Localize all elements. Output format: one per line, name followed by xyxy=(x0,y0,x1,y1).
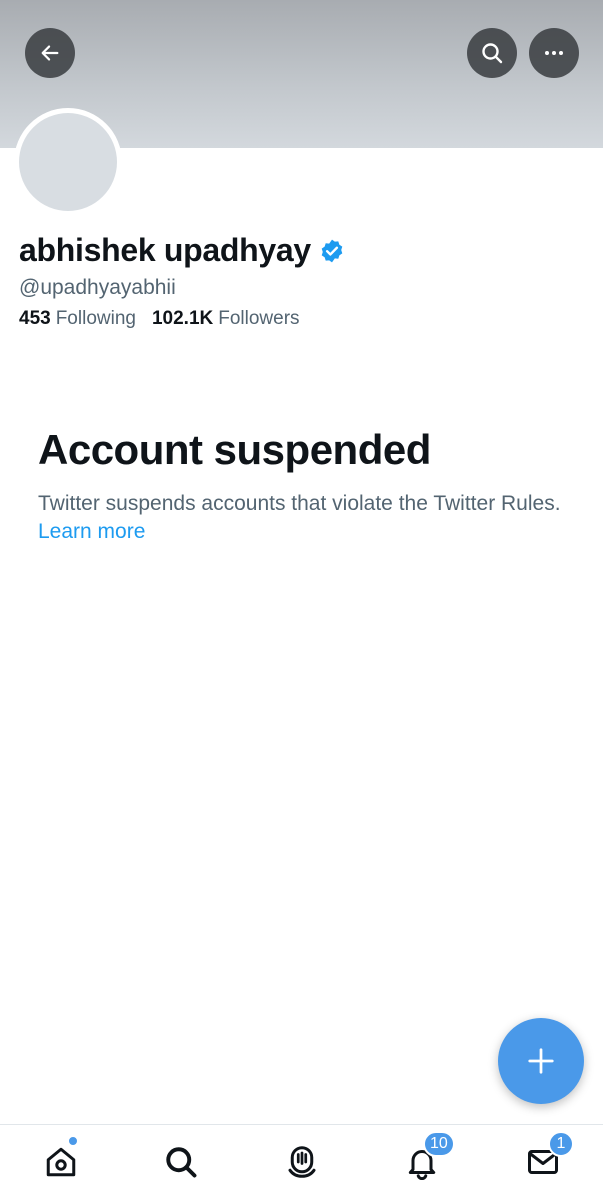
microphone-icon xyxy=(288,1146,316,1178)
display-name: abhishek upadhyay xyxy=(19,232,311,268)
following-count: 453 xyxy=(19,308,51,329)
back-button[interactable] xyxy=(25,28,75,78)
learn-more-link[interactable]: Learn more xyxy=(38,520,145,543)
notifications-badge: 10 xyxy=(423,1131,455,1157)
profile-page: abhishek upadhyay @upadhyayabhii 453 Fol… xyxy=(0,0,603,1200)
avatar[interactable] xyxy=(14,108,122,216)
suspended-message-text: Twitter suspends accounts that violate t… xyxy=(38,492,561,515)
plus-icon xyxy=(528,1048,554,1074)
profile-handle: @upadhyayabhii xyxy=(19,276,176,299)
home-unread-dot xyxy=(68,1136,78,1146)
followers-label: Followers xyxy=(218,308,300,329)
compose-tweet-button[interactable] xyxy=(498,1018,584,1104)
nav-explore[interactable] xyxy=(156,1137,206,1187)
following-stat[interactable]: 453 Following xyxy=(19,308,136,330)
profile-stats: 453 Following 102.1K Followers xyxy=(19,308,300,330)
following-label: Following xyxy=(55,308,136,329)
bottom-nav-bar: 10 1 xyxy=(0,1124,603,1200)
profile-name-row: abhishek upadhyay xyxy=(19,232,345,269)
search-icon xyxy=(482,43,503,64)
followers-count: 102.1K xyxy=(151,308,214,329)
more-options-button[interactable] xyxy=(529,28,579,78)
verified-badge-icon[interactable] xyxy=(319,238,345,264)
followers-stat[interactable]: 102.1K Followers xyxy=(152,308,300,330)
search-icon xyxy=(166,1147,197,1178)
avatar-placeholder xyxy=(19,113,117,211)
more-horizontal-icon xyxy=(545,51,563,55)
nav-spaces[interactable] xyxy=(277,1137,327,1187)
arrow-left-icon xyxy=(41,45,59,61)
suspended-title: Account suspended xyxy=(38,426,431,473)
search-button[interactable] xyxy=(467,28,517,78)
suspended-message: Twitter suspends accounts that violate t… xyxy=(38,490,578,546)
nav-home[interactable] xyxy=(36,1137,86,1187)
home-icon xyxy=(46,1147,76,1177)
messages-badge: 1 xyxy=(548,1131,574,1157)
